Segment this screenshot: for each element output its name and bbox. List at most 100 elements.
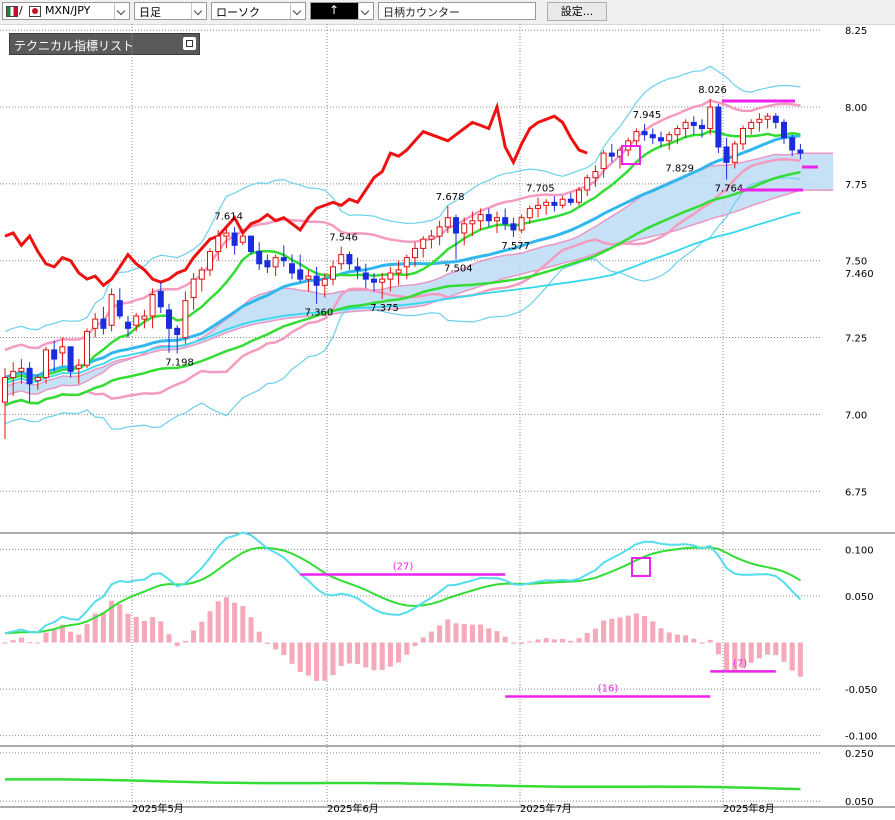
candle-up <box>223 232 230 237</box>
price-label: 7.577 <box>501 241 530 252</box>
macd-histogram <box>2 597 803 681</box>
macd-bar <box>35 642 41 644</box>
macd-bar <box>379 642 385 670</box>
candle-up <box>75 364 82 369</box>
macd-tick-label: -0.050 <box>845 685 877 696</box>
macd-bar <box>412 642 418 647</box>
sub-tick-label: 0.250 <box>845 749 874 760</box>
macd-bar <box>797 642 803 677</box>
candle-up <box>526 207 533 219</box>
candle-down <box>313 275 320 286</box>
macd-bar <box>510 642 516 644</box>
macd-bar <box>84 623 90 643</box>
macd-bar <box>519 642 525 644</box>
counter-input[interactable]: 日柄カウンター <box>378 2 536 20</box>
macd-bar <box>707 639 713 643</box>
candle-down <box>280 257 287 262</box>
macd-bar <box>592 628 598 643</box>
candle-up <box>34 377 41 382</box>
macd-bar <box>199 621 205 643</box>
candle-down <box>26 367 33 385</box>
chevron-down-icon[interactable] <box>114 3 129 19</box>
macd-bar <box>117 604 123 643</box>
candle-down <box>125 321 131 329</box>
macd-bar <box>543 638 549 643</box>
macd-bar <box>158 621 164 643</box>
macd-bar <box>756 642 762 659</box>
macd-bar <box>355 642 361 664</box>
candle-down <box>485 214 492 222</box>
macd-tick-label: 0.050 <box>845 592 874 603</box>
chevron-down-icon[interactable] <box>290 3 305 19</box>
candle-up <box>682 121 689 130</box>
candle-down <box>772 115 779 123</box>
macd-annotation-label: (7) <box>733 658 747 669</box>
macd-bar <box>125 613 131 643</box>
symbol-select[interactable]: / MXN/JPY <box>2 2 130 20</box>
candle-up <box>141 315 148 320</box>
macd-bar <box>773 642 779 656</box>
candle-up <box>338 254 345 265</box>
candle-up <box>748 121 755 130</box>
candle-down <box>264 260 271 268</box>
candle-down <box>723 146 730 163</box>
candle-up <box>494 217 500 222</box>
candle-down <box>797 149 804 154</box>
macd-bar <box>437 625 443 643</box>
candle-up <box>535 204 541 209</box>
chart-area[interactable]: 6.75 7.00 7.25 7.50 7.75 8.00 8.25 -0.100 -0.050… <box>0 24 895 820</box>
price-marker-label: 7.460 <box>845 269 874 280</box>
macd-tick-label: 0.100 <box>845 545 874 556</box>
chart-style-select[interactable]: ローソク <box>211 2 306 20</box>
candle-up <box>518 217 525 231</box>
candle-down <box>658 137 664 142</box>
pointer-tool-select[interactable]: ↑ <box>310 2 374 20</box>
price-label: 7.360 <box>305 308 334 319</box>
timeframe-label: 日足 <box>139 6 161 19</box>
candle-down <box>715 106 722 148</box>
chevron-down-icon[interactable] <box>358 3 373 19</box>
macd-bar <box>363 642 369 668</box>
candle-up <box>10 370 17 379</box>
candle-up <box>305 275 312 280</box>
macd-bar <box>601 620 607 643</box>
settings-button[interactable]: 設定... <box>547 2 607 21</box>
candle-up <box>403 257 410 268</box>
macd-bar <box>305 642 311 676</box>
candle-up <box>633 131 640 142</box>
candle-up <box>666 134 673 142</box>
macd-bar <box>191 630 197 643</box>
price-label: 7.945 <box>633 110 662 121</box>
toolbar: / MXN/JPY 日足 ローソク ↑ 日柄カウンター 設定... <box>0 0 895 25</box>
candle-down <box>567 198 574 203</box>
price-label: 7.375 <box>370 303 399 314</box>
chevron-down-icon[interactable] <box>191 3 206 19</box>
candle-up <box>387 272 394 280</box>
macd-bar <box>76 634 82 643</box>
macd-bar <box>18 637 24 643</box>
macd-bar <box>568 640 574 643</box>
candle-up <box>149 294 156 317</box>
candle-up <box>584 177 591 191</box>
candle-down <box>453 217 459 234</box>
sub-indicator-line <box>5 778 801 791</box>
price-tick-label: 7.00 <box>845 410 867 421</box>
macd-bar <box>281 642 287 655</box>
candle-down <box>67 346 74 372</box>
macd-bar <box>461 623 467 643</box>
candle-down <box>166 309 172 329</box>
candles <box>2 99 804 439</box>
macd-bar <box>396 642 402 663</box>
x-tick-label: 2025年8月 <box>723 802 775 815</box>
candle-up <box>18 367 25 372</box>
candle-up <box>592 171 599 179</box>
x-tick-label: 2025年5月 <box>132 802 184 815</box>
candle-up <box>436 226 443 237</box>
sub-tick-label: 0.050 <box>845 797 874 808</box>
candle-down <box>174 327 181 335</box>
timeframe-select[interactable]: 日足 <box>134 2 207 20</box>
macd-bar <box>68 631 74 643</box>
candle-up <box>84 330 90 366</box>
candle-up <box>740 128 746 145</box>
price-tick-label: 6.75 <box>845 487 867 498</box>
